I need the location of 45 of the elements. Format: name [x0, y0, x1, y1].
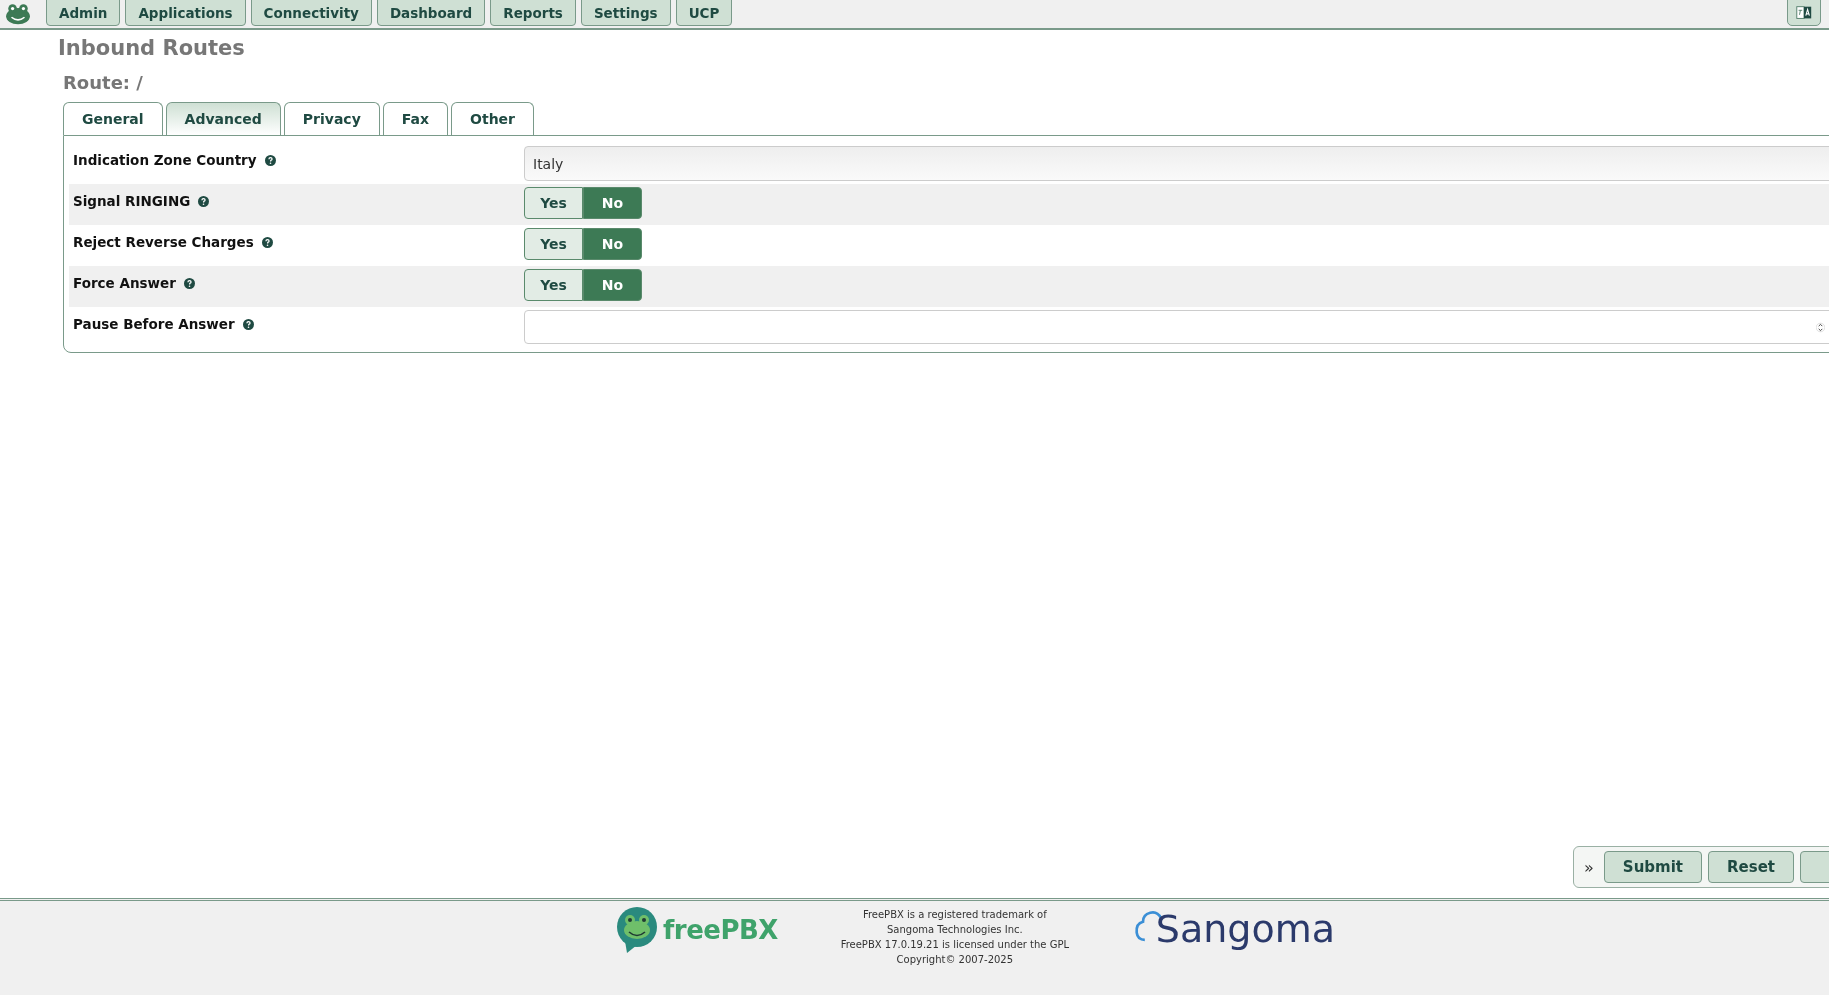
help-icon[interactable] — [183, 277, 195, 289]
action-button[interactable]: Submit — [1603, 851, 1702, 883]
page-title: Inbound Routes — [58, 36, 246, 60]
field-label: Reject Reverse Charges — [73, 234, 254, 250]
nav-button[interactable]: UCP — [675, 0, 733, 26]
nav-button[interactable]: Admin — [46, 0, 121, 26]
nav-button[interactable]: Applications — [125, 0, 246, 26]
field-label: Signal RINGING — [73, 193, 191, 209]
footer-text: FreePBX 17.0.19.21 is licensed under the GPL — [839, 938, 1070, 952]
toggle-option[interactable]: Yes — [524, 228, 583, 260]
nav-button[interactable]: Connectivity — [250, 0, 372, 26]
help-icon[interactable] — [198, 195, 210, 207]
tab[interactable]: Other — [451, 102, 534, 135]
number-input-field[interactable] — [524, 310, 1829, 344]
action-button[interactable]: Reset — [1708, 851, 1794, 883]
field-label: Pause Before Answer — [73, 316, 235, 332]
translate-button[interactable] — [1787, 0, 1821, 26]
country-select[interactable]: Italy — [524, 146, 1829, 181]
footer-text: FreePBX is a registered trademark of — [861, 908, 1048, 922]
footer-text: Copyright© 2007-2025 — [895, 953, 1015, 967]
translate-icon — [1795, 3, 1813, 22]
help-icon[interactable] — [242, 318, 254, 330]
help-icon[interactable] — [264, 154, 276, 166]
footer-text: Sangoma Technologies Inc. — [885, 923, 1024, 937]
nav-button[interactable]: Dashboard — [376, 0, 486, 26]
toggle-option[interactable]: Yes — [524, 269, 583, 301]
frog-logo-icon[interactable] — [5, 3, 31, 25]
tab[interactable]: Advanced — [165, 102, 281, 135]
field-label: Indication Zone Country — [73, 152, 257, 168]
frog-bubble-icon — [615, 907, 659, 953]
tab[interactable]: Fax — [382, 102, 449, 135]
toggle-option[interactable]: No — [583, 187, 642, 219]
toggle-option[interactable]: Yes — [524, 187, 583, 219]
expand-button[interactable]: » — [1580, 857, 1598, 877]
route-title: Route: / — [63, 72, 144, 93]
tab[interactable]: General — [63, 102, 163, 135]
freepbx-logo-text: freePBX — [663, 915, 778, 945]
field-label: Force Answer — [73, 275, 176, 291]
sangoma-logo-text: Sangoma — [1155, 907, 1335, 951]
help-icon[interactable] — [261, 236, 273, 248]
toggle-option[interactable]: No — [583, 269, 642, 301]
toggle-option[interactable]: No — [583, 228, 642, 260]
nav-button[interactable]: Settings — [580, 0, 671, 26]
tab[interactable]: Privacy — [283, 102, 380, 135]
nav-button[interactable]: Reports — [490, 0, 576, 26]
